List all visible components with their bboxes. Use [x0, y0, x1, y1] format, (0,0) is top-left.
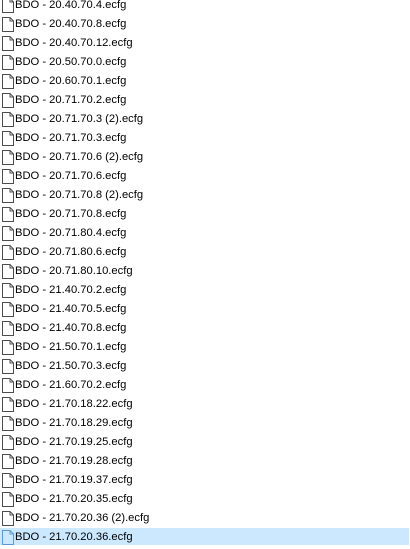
file-item[interactable]: BDO - 21.70.20.35.ecfg [0, 490, 410, 509]
file-icon [2, 511, 14, 526]
file-icon [2, 473, 14, 488]
file-icon [2, 17, 14, 32]
file-item[interactable]: BDO - 21.70.20.36 (2).ecfg [0, 509, 410, 528]
file-name: BDO - 21.70.18.29.ecfg [15, 417, 133, 429]
file-name: BDO - 20.40.70.4.ecfg [15, 0, 127, 11]
file-icon [2, 0, 14, 13]
file-item[interactable]: BDO - 21.50.70.3.ecfg [0, 357, 410, 376]
file-name: BDO - 20.71.70.6.ecfg [15, 170, 127, 182]
file-name: BDO - 21.70.20.35.ecfg [15, 493, 133, 505]
file-name: BDO - 21.70.18.22.ecfg [15, 398, 133, 410]
file-icon [2, 321, 14, 336]
file-name: BDO - 20.71.80.10.ecfg [15, 265, 133, 277]
file-item[interactable]: BDO - 20.71.70.8 (2).ecfg [0, 186, 410, 205]
file-icon [2, 36, 14, 51]
file-name: BDO - 21.70.19.25.ecfg [15, 436, 133, 448]
file-name: BDO - 21.40.70.2.ecfg [15, 284, 127, 296]
file-name: BDO - 21.50.70.1.ecfg [15, 341, 127, 353]
file-item[interactable]: BDO - 21.70.20.36.ecfg [0, 528, 409, 545]
file-item[interactable]: BDO - 21.40.70.5.ecfg [0, 300, 410, 319]
file-item[interactable]: BDO - 21.40.70.2.ecfg [0, 281, 410, 300]
file-item[interactable]: BDO - 21.70.19.28.ecfg [0, 452, 410, 471]
file-item[interactable]: BDO - 21.70.18.29.ecfg [0, 414, 410, 433]
file-name: BDO - 21.70.19.28.ecfg [15, 455, 133, 467]
file-item[interactable]: BDO - 21.70.19.37.ecfg [0, 471, 410, 490]
file-item[interactable]: BDO - 20.71.70.3.ecfg [0, 129, 410, 148]
file-name: BDO - 21.70.20.36.ecfg [15, 531, 133, 543]
file-icon [2, 207, 14, 222]
file-icon [2, 112, 14, 127]
file-item[interactable]: BDO - 20.40.70.8.ecfg [0, 15, 410, 34]
file-item[interactable]: BDO - 20.71.80.4.ecfg [0, 224, 410, 243]
file-item[interactable]: BDO - 20.71.80.6.ecfg [0, 243, 410, 262]
file-item[interactable]: BDO - 21.50.70.1.ecfg [0, 338, 410, 357]
file-name: BDO - 20.40.70.12.ecfg [15, 37, 133, 49]
file-name: BDO - 21.50.70.3.ecfg [15, 360, 127, 372]
file-item[interactable]: BDO - 20.40.70.12.ecfg [0, 34, 410, 53]
file-icon [2, 454, 14, 469]
file-name: BDO - 20.71.70.3.ecfg [15, 132, 127, 144]
file-item[interactable]: BDO - 20.71.70.6.ecfg [0, 167, 410, 186]
file-name: BDO - 20.71.70.8 (2).ecfg [15, 189, 144, 201]
file-name: BDO - 20.60.70.1.ecfg [15, 75, 127, 87]
file-name: BDO - 21.60.70.2.ecfg [15, 379, 127, 391]
file-item[interactable]: BDO - 20.40.70.4.ecfg [0, 0, 410, 15]
file-icon [2, 131, 14, 146]
file-name: BDO - 20.71.70.8.ecfg [15, 208, 127, 220]
file-item[interactable]: BDO - 20.71.70.8.ecfg [0, 205, 410, 224]
file-icon [2, 264, 14, 279]
file-icon [2, 397, 14, 412]
file-icon [2, 55, 14, 70]
file-item[interactable]: BDO - 21.60.70.2.ecfg [0, 376, 410, 395]
file-name: BDO - 20.71.80.6.ecfg [15, 246, 127, 258]
file-name: BDO - 21.70.19.37.ecfg [15, 474, 133, 486]
file-icon [2, 492, 14, 507]
file-item[interactable]: BDO - 20.50.70.0.ecfg [0, 53, 410, 72]
file-icon [2, 435, 14, 450]
file-item[interactable]: BDO - 21.70.18.22.ecfg [0, 395, 410, 414]
file-icon [2, 283, 14, 298]
file-name: BDO - 20.71.70.3 (2).ecfg [15, 113, 144, 125]
file-item[interactable]: BDO - 20.71.70.3 (2).ecfg [0, 110, 410, 129]
file-icon [2, 359, 14, 374]
file-icon [2, 93, 14, 108]
file-item[interactable]: BDO - 20.71.70.6 (2).ecfg [0, 148, 410, 167]
file-name: BDO - 21.40.70.5.ecfg [15, 303, 127, 315]
file-icon [2, 530, 14, 545]
file-item[interactable]: BDO - 20.71.80.10.ecfg [0, 262, 410, 281]
file-icon [2, 302, 14, 317]
file-item[interactable]: BDO - 20.71.70.2.ecfg [0, 91, 410, 110]
file-name: BDO - 20.71.70.6 (2).ecfg [15, 151, 144, 163]
file-name: BDO - 20.71.70.2.ecfg [15, 94, 127, 106]
file-item[interactable]: BDO - 21.40.70.8.ecfg [0, 319, 410, 338]
file-icon [2, 188, 14, 203]
file-item[interactable]: BDO - 21.70.19.25.ecfg [0, 433, 410, 452]
file-list: BDO - 20.40.70.4.ecfg BDO - 20.40.70.8.ec… [0, 0, 410, 545]
file-name: BDO - 20.71.80.4.ecfg [15, 227, 127, 239]
file-name: BDO - 20.40.70.8.ecfg [15, 18, 127, 30]
file-name: BDO - 21.70.20.36 (2).ecfg [15, 512, 150, 524]
file-icon [2, 169, 14, 184]
file-icon [2, 74, 14, 89]
file-icon [2, 340, 14, 355]
file-item[interactable]: BDO - 20.60.70.1.ecfg [0, 72, 410, 91]
file-icon [2, 416, 14, 431]
file-icon [2, 245, 14, 260]
file-name: BDO - 20.50.70.0.ecfg [15, 56, 127, 68]
file-icon [2, 378, 14, 393]
file-icon [2, 150, 14, 165]
file-icon [2, 226, 14, 241]
file-name: BDO - 21.40.70.8.ecfg [15, 322, 127, 334]
